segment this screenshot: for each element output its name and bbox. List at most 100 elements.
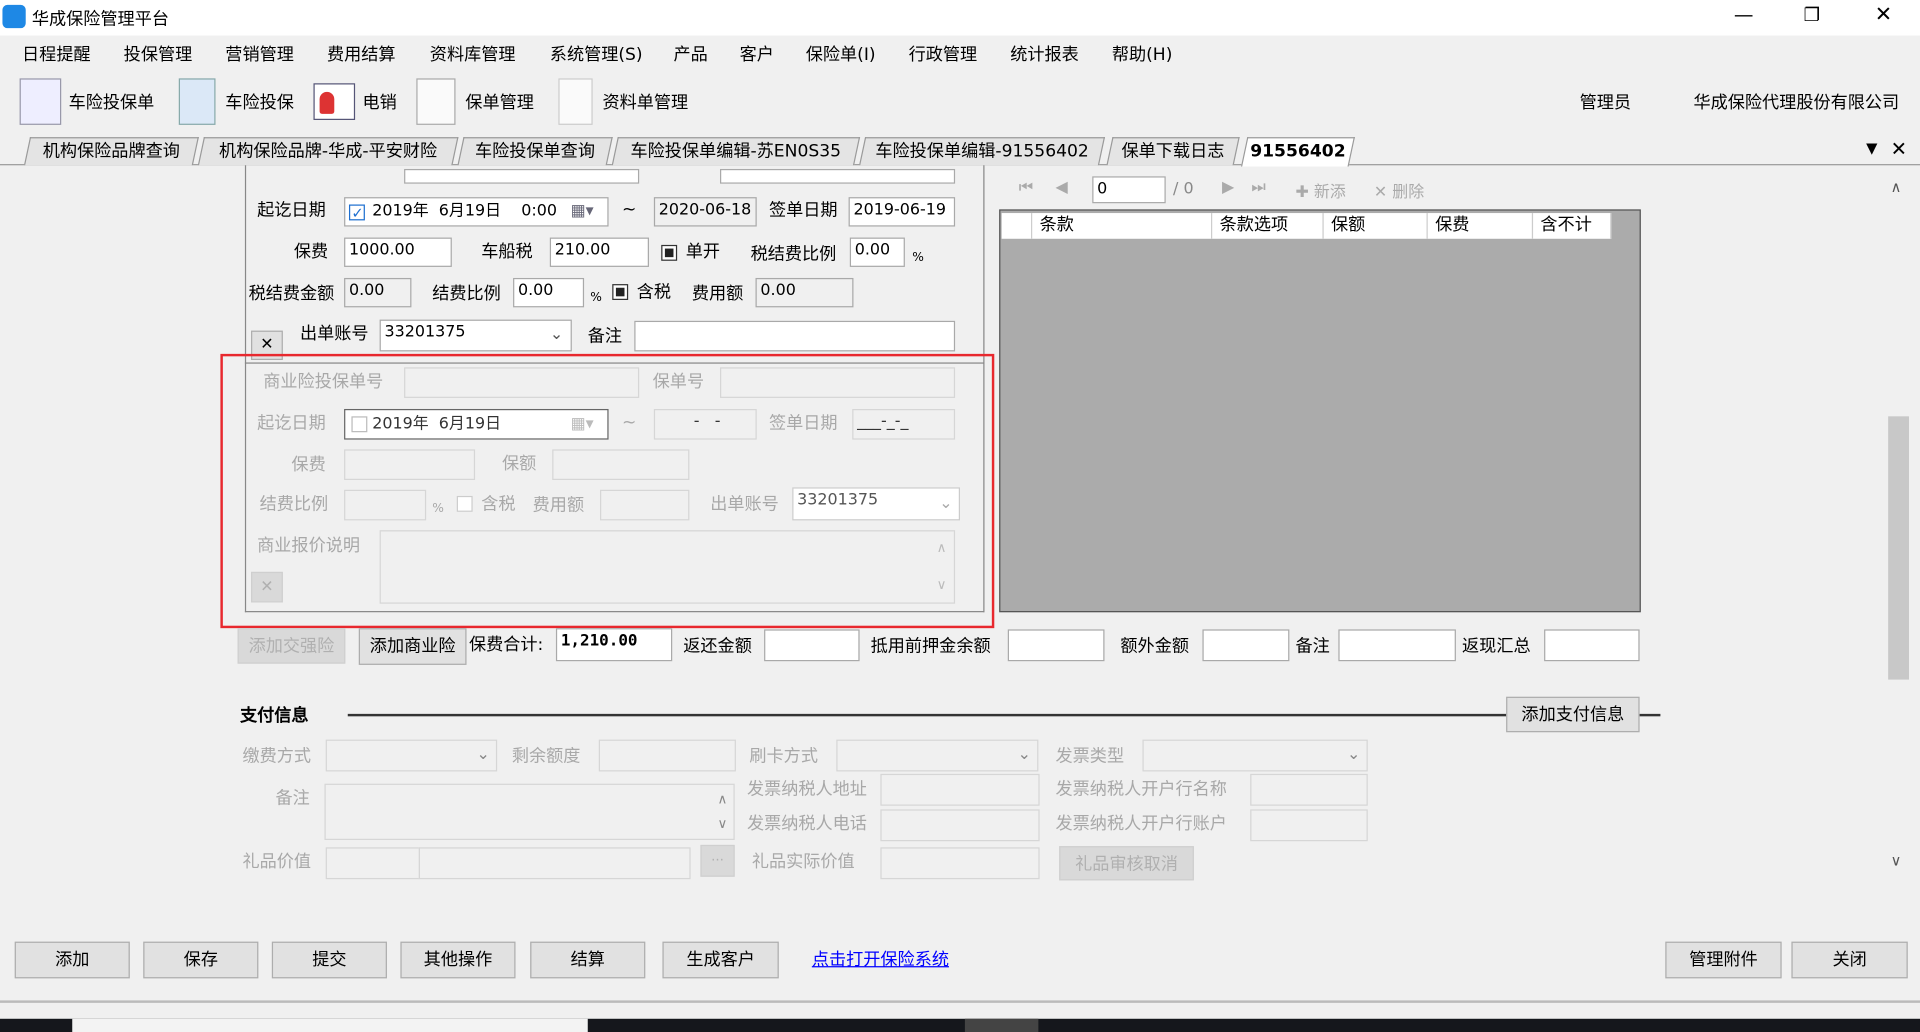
column-header-clause-option[interactable]: 条款选项 — [1212, 213, 1324, 239]
fee-ratio-field[interactable]: 0.00 — [513, 277, 585, 308]
close-tab-icon[interactable]: ✕ — [1891, 137, 1907, 160]
first-page-icon[interactable]: ⏮ — [1019, 179, 1033, 197]
next-page-icon[interactable]: ▶ — [1222, 179, 1234, 197]
scroll-down-icon: ∨ — [717, 815, 728, 832]
refund-field[interactable] — [764, 629, 860, 662]
tax-included-checkbox[interactable] — [612, 284, 629, 301]
tab-proposal-edit-91556402[interactable]: 车险投保单编辑-91556402 — [859, 137, 1106, 166]
gift-name-field[interactable] — [418, 847, 691, 880]
menu-item[interactable]: 统计报表 — [1010, 42, 1079, 66]
start-date-picker[interactable]: ✓ 2019年 6月19日 0:00 ▦▾ — [344, 197, 609, 227]
add-payment-button[interactable]: 添加支付信息 — [1506, 696, 1640, 733]
menu-item[interactable]: 日程提醒 — [22, 42, 91, 66]
taskbar-search[interactable] — [72, 1018, 588, 1032]
fee-amount-field[interactable]: 0.00 — [755, 277, 854, 308]
tax-fee-ratio-label: 税结费比例 — [750, 244, 837, 265]
column-header-premium[interactable]: 保费 — [1427, 213, 1534, 239]
menu-item[interactable]: 系统管理(S) — [550, 42, 643, 66]
add-commercial-button[interactable]: 添加商业险 — [358, 628, 467, 665]
extra-amount-field[interactable] — [1202, 629, 1290, 662]
tax-fee-amount-field[interactable]: 0.00 — [344, 277, 412, 308]
menu-item[interactable]: 费用结算 — [327, 42, 396, 66]
scroll-down-icon[interactable]: ∨ — [1891, 852, 1902, 869]
column-header-no-deductible[interactable]: 含不计 — [1533, 213, 1612, 239]
clause-grid[interactable] — [999, 209, 1641, 613]
payment-method-combo[interactable]: ⌄ — [325, 739, 498, 772]
scrollbar-thumb[interactable] — [1888, 416, 1909, 680]
vertical-scrollbar[interactable]: ∧ ∨ — [1886, 171, 1910, 881]
card-method-label: 刷卡方式 — [749, 746, 818, 767]
taskbar-app[interactable] — [964, 1018, 1039, 1032]
menu-item[interactable]: 保险单(I) — [806, 42, 876, 66]
add-compulsory-button[interactable]: 添加交强险 — [237, 628, 346, 664]
tax-fee-ratio-field[interactable]: 0.00 — [849, 237, 905, 267]
window-title: 华成保险管理平台 — [31, 9, 169, 30]
invoice-type-combo[interactable]: ⌄ — [1142, 739, 1368, 772]
top-field-left[interactable] — [404, 168, 640, 184]
balance-field[interactable] — [598, 739, 736, 772]
gift-actual-field[interactable] — [880, 847, 1040, 880]
tab-91556402[interactable]: 91556402 — [1240, 137, 1355, 167]
menu-item[interactable]: 资料库管理 — [430, 42, 516, 66]
tab-proposal-query[interactable]: 车险投保单查询 — [457, 137, 613, 166]
column-header-clause[interactable]: 条款 — [1032, 213, 1213, 239]
gift-value-field[interactable] — [325, 847, 421, 880]
page-field[interactable]: 0 — [1092, 176, 1166, 204]
remark-field[interactable] — [634, 320, 956, 352]
last-page-icon[interactable]: ⏭ — [1251, 179, 1265, 197]
settle-button[interactable]: 结算 — [530, 941, 646, 979]
menu-item[interactable]: 产品 — [673, 42, 707, 66]
payment-remark-textarea[interactable]: ∧ ∨ — [324, 783, 735, 841]
end-date-field[interactable]: 2020-06-18 — [653, 197, 757, 227]
tab-brand-query[interactable]: 机构保险品牌查询 — [23, 137, 199, 166]
document-edit-icon — [178, 78, 216, 125]
close-window-button[interactable]: ✕ — [1875, 2, 1892, 26]
tab-download-log[interactable]: 保单下载日志 — [1106, 137, 1240, 166]
column-header-insured-amount[interactable]: 保额 — [1323, 213, 1428, 239]
menu-item[interactable]: 投保管理 — [124, 42, 193, 66]
gift-cancel-button[interactable]: 礼品审核取消 — [1059, 846, 1194, 881]
calendar-dropdown-icon[interactable]: ▦▾ — [571, 200, 594, 224]
manage-attachments-button[interactable]: 管理附件 — [1665, 941, 1782, 979]
prev-page-icon[interactable]: ◀ — [1056, 179, 1068, 197]
page-total: / 0 — [1173, 180, 1194, 199]
menu-item[interactable]: 帮助(H) — [1112, 42, 1173, 66]
summary-remark-field[interactable] — [1338, 629, 1456, 662]
tab-proposal-edit-su[interactable]: 车险投保单编辑-苏EN0S35 — [611, 137, 861, 166]
tab-brand-pingan[interactable]: 机构保险品牌-华成-平安财险 — [197, 137, 459, 166]
taxpayer-address-field[interactable] — [880, 773, 1040, 806]
menu-item[interactable]: 营销管理 — [225, 42, 294, 66]
minimize-button[interactable]: — — [1734, 2, 1754, 25]
deposit-field[interactable] — [1007, 629, 1105, 662]
start-date-checkbox[interactable]: ✓ — [348, 204, 365, 222]
fee-amount-label: 费用额 — [691, 284, 744, 304]
premium-field[interactable]: 1000.00 — [344, 237, 452, 267]
sign-date-field[interactable]: 2019-06-19 — [848, 197, 956, 227]
vessel-tax-field[interactable]: 210.00 — [549, 237, 649, 267]
delete-clause-button[interactable]: ✕ 删除 — [1374, 179, 1424, 202]
bank-account-field[interactable] — [1250, 809, 1368, 842]
cashback-field[interactable] — [1544, 629, 1640, 662]
restore-button[interactable]: ❐ — [1804, 4, 1820, 26]
bank-name-field[interactable] — [1250, 773, 1368, 806]
tab-list-dropdown-icon[interactable]: ▼ — [1866, 140, 1877, 157]
grid-row-header — [1001, 213, 1033, 239]
add-button[interactable]: 添加 — [14, 941, 130, 979]
top-field-right[interactable] — [720, 168, 956, 184]
submit-button[interactable]: 提交 — [271, 941, 387, 979]
separate-checkbox[interactable] — [661, 244, 678, 261]
menu-item[interactable]: 行政管理 — [909, 42, 978, 66]
spreadsheet-icon — [19, 78, 62, 125]
taxpayer-phone-field[interactable] — [880, 809, 1040, 842]
create-customer-button[interactable]: 生成客户 — [662, 941, 779, 979]
add-clause-button[interactable]: ✚ 新添 — [1296, 179, 1346, 202]
gift-browse-button[interactable]: ··· — [700, 844, 735, 877]
close-button[interactable]: 关闭 — [1791, 941, 1908, 979]
scroll-up-icon[interactable]: ∧ — [1891, 179, 1902, 196]
account-combo[interactable]: 33201375 ⌄ — [379, 319, 572, 352]
card-method-combo[interactable]: ⌄ — [836, 739, 1039, 772]
menu-item[interactable]: 客户 — [740, 42, 774, 66]
open-insurance-system-link[interactable]: 点击打开保险系统 — [812, 948, 949, 972]
save-button[interactable]: 保存 — [143, 941, 259, 979]
other-actions-button[interactable]: 其他操作 — [400, 941, 516, 979]
